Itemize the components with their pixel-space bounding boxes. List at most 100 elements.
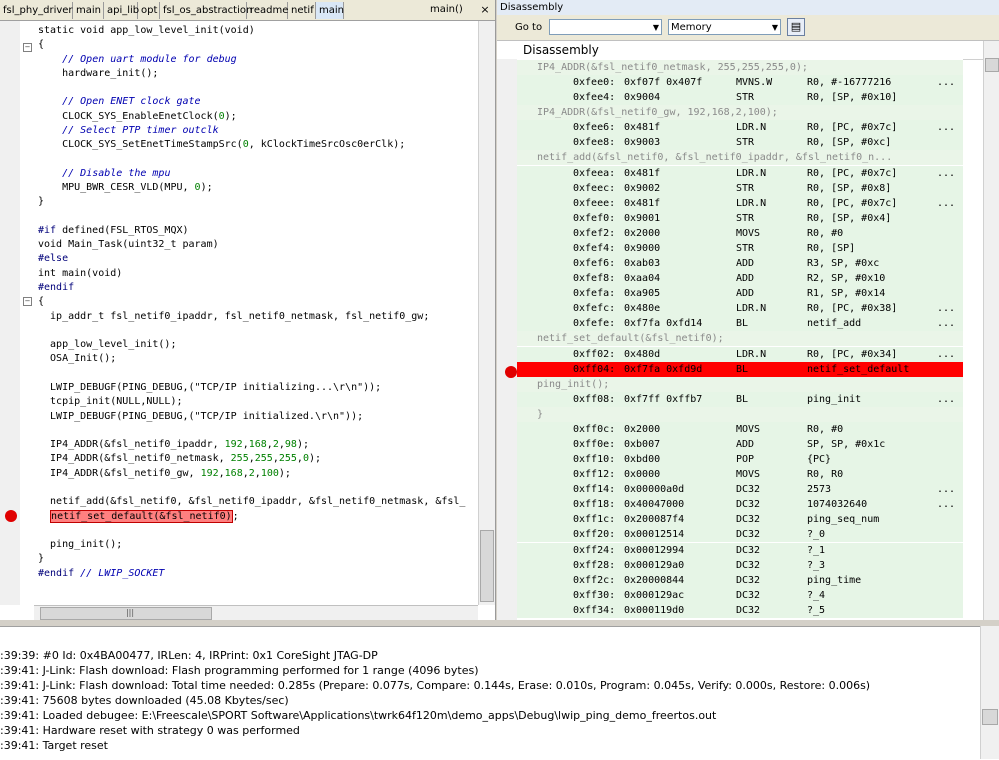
goto-input[interactable]: ▼ [549,19,662,35]
code-line[interactable]: int main(void) [38,267,122,281]
code-line[interactable]: LWIP_DEBUGF(PING_DEBUG,("TCP/IP initiali… [38,381,381,395]
instruction-row[interactable]: 0xff10: 0xbd00 POP {PC} [517,452,963,468]
disassembly-scroll-thumb[interactable] [985,58,999,72]
tab-opt[interactable]: opt [138,2,160,19]
instruction-row[interactable]: 0xff2c: 0x20000844 DC32 ping_time [517,572,963,588]
instruction-row[interactable]: 0xff08: 0xf7ff 0xffb7 BL ping_init... [517,391,963,407]
instruction-row[interactable]: 0xfee0: 0xf07f 0x407f MVNS.W R0, #-16777216… [517,75,963,91]
instruction-mnemonic: ADD [736,258,755,270]
disassembly-vertical-scrollbar[interactable] [983,41,999,620]
log-vertical-scrollbar[interactable] [980,626,999,759]
editor-vertical-scrollbar[interactable] [478,21,495,605]
tab-main[interactable]: main [73,2,104,19]
instruction-row[interactable]: 0xfeee: 0x481f LDR.N R0, [PC, #0x7c]... [517,195,963,211]
current-instruction-row[interactable]: 0xff04: 0xf7fa 0xfd9d BL netif_set_default [517,361,963,377]
code-line[interactable]: // Open ENET clock gate [38,95,201,109]
disassembly-source-line[interactable]: netif_add(&fsl_netif0, &fsl_netif0_ipadd… [517,150,963,166]
disassembly-source-line[interactable]: IP4_ADDR(&fsl_netif0_gw, 192,168,2,100); [517,105,963,121]
instruction-row[interactable]: 0xfee4: 0x9004 STR R0, [SP, #0x10] [517,90,963,106]
document-icon[interactable]: ▤ [787,18,805,36]
instruction-row[interactable]: 0xff1c: 0x200087f4 DC32 ping_seq_num [517,512,963,528]
code-line[interactable]: // Disable the mpu [38,167,170,181]
tab-main-active[interactable]: main [316,2,344,19]
instruction-row[interactable]: 0xfef8: 0xaa04 ADD R2, SP, #0x10 [517,271,963,287]
code-line[interactable]: LWIP_DEBUGF(PING_DEBUG,("TCP/IP initiali… [38,410,363,424]
code-line[interactable]: #else [38,252,68,266]
instruction-row[interactable]: 0xff18: 0x40047000 DC32 1074032640... [517,497,963,513]
instruction-address: 0xfef6: [573,258,616,270]
breakpoint-icon[interactable] [5,510,17,522]
instruction-row[interactable]: 0xfefa: 0xa905 ADD R1, SP, #0x14 [517,286,963,302]
fold-toggle-icon[interactable]: − [23,297,32,306]
disassembly-breakpoint-gutter[interactable] [497,59,517,620]
instruction-row[interactable]: 0xff0e: 0xb007 ADD SP, SP, #0x1c [517,437,963,452]
disassembly-source-line[interactable]: netif_set_default(&fsl_netif0); [517,331,963,347]
code-line[interactable]: void Main_Task(uint32_t param) [38,238,219,252]
code-line[interactable]: netif_add(&fsl_netif0, &fsl_netif0_ipadd… [38,495,465,509]
chevron-down-icon[interactable]: ▼ [653,20,659,36]
instruction-row[interactable]: 0xff24: 0x00012994 DC32 ?_1 [517,542,963,558]
disassembly-source-line[interactable]: ping_init(); [517,376,963,392]
code-line[interactable]: hardware_init(); [38,67,158,81]
code-line[interactable]: #endif // LWIP_SOCKET [38,567,164,581]
instruction-row[interactable]: 0xfefc: 0x480e LDR.N R0, [PC, #0x38]... [517,301,963,317]
instruction-row[interactable]: 0xfee8: 0x9003 STR R0, [SP, #0xc] [517,135,963,151]
code-line[interactable]: CLOCK_SYS_SetEnetTimeStampSrc(0, kClockT… [38,138,405,152]
memory-zone-select[interactable]: Memory ▼ [668,19,781,35]
code-line[interactable]: #endif [38,281,74,295]
instruction-row[interactable]: 0xfee6: 0x481f LDR.N R0, [PC, #0x7c]... [517,120,963,136]
code-line[interactable]: // Select PTP timer outclk [38,124,219,138]
breakpoint-icon[interactable] [505,366,517,378]
instruction-row[interactable]: 0xfef4: 0x9000 STR R0, [SP] [517,240,963,256]
instruction-row[interactable]: 0xfef2: 0x2000 MOVS R0, #0 [517,225,963,241]
code-line[interactable]: netif_set_default(&fsl_netif0); [38,509,239,524]
tab-netif[interactable]: netif [288,2,316,19]
function-selector[interactable]: main() [430,2,472,18]
code-line[interactable]: IP4_ADDR(&fsl_netif0_gw, 192,168,2,100); [38,467,291,481]
code-line[interactable]: CLOCK_SYS_EnableEnetClock(0); [38,110,237,124]
code-line[interactable]: OSA_Init(); [38,352,116,366]
code-token: // LWIP_SOCKET [80,567,165,579]
instruction-row[interactable]: 0xff12: 0x0000 MOVS R0, R0 [517,467,963,483]
instruction-row[interactable]: 0xfeea: 0x481f LDR.N R0, [PC, #0x7c]... [517,165,963,181]
close-icon[interactable]: × [478,3,492,17]
tab-readme[interactable]: readme [247,2,288,19]
disassembly-source-line[interactable]: } [517,406,963,422]
code-line[interactable]: } [38,195,44,209]
disassembly-listing[interactable]: IP4_ADDR(&fsl_netif0_netmask, 255,255,25… [517,59,963,620]
code-line[interactable]: { [38,295,44,309]
code-line[interactable]: #if defined(FSL_RTOS_MQX) [38,224,189,238]
code-line[interactable]: static void app_low_level_init(void) [38,24,255,38]
code-line[interactable]: } [38,552,44,566]
instruction-row[interactable]: 0xff34: 0x000119d0 DC32 ?_5 [517,602,963,618]
instruction-row[interactable]: 0xff0c: 0x2000 MOVS R0, #0 [517,421,963,437]
instruction-row[interactable]: 0xff30: 0x000129ac DC32 ?_4 [517,587,963,603]
instruction-row[interactable]: 0xfef6: 0xab03 ADD R3, SP, #0xc [517,256,963,272]
editor-vertical-scroll-thumb[interactable] [480,530,494,602]
code-line[interactable]: // Open uart module for debug [38,53,237,67]
code-line[interactable]: app_low_level_init(); [38,338,176,352]
disassembly-source-line[interactable]: IP4_ADDR(&fsl_netif0_netmask, 255,255,25… [517,60,963,75]
tab-fsl-os-abstraction[interactable]: fsl_os_abstraction [160,2,252,19]
code-line[interactable]: IP4_ADDR(&fsl_netif0_ipaddr, 192,168,2,9… [38,438,309,452]
code-line[interactable]: ip_addr_t fsl_netif0_ipaddr, fsl_netif0_… [38,310,429,324]
chevron-down-icon[interactable]: ▼ [772,20,778,36]
instruction-row[interactable]: 0xfeec: 0x9002 STR R0, [SP, #0x8] [517,180,963,196]
fold-toggle-icon[interactable]: − [23,43,32,52]
log-scroll-thumb[interactable] [982,709,998,725]
instruction-row[interactable]: 0xff02: 0x480d LDR.N R0, [PC, #0x34]... [517,346,963,362]
instruction-row[interactable]: 0xfef0: 0x9001 STR R0, [SP, #0x4] [517,210,963,226]
instruction-row[interactable]: 0xff14: 0x00000a0d DC32 2573... [517,482,963,498]
instruction-row[interactable]: 0xfefe: 0xf7fa 0xfd14 BL netif_add... [517,316,963,332]
code-line[interactable]: tcpip_init(NULL,NULL); [38,395,182,409]
tab-fsl-phy-driver[interactable]: fsl_phy_driver [0,2,73,19]
code-line[interactable]: ping_init(); [38,538,122,552]
instruction-row[interactable]: 0xff20: 0x00012514 DC32 ?_0 [517,527,963,543]
code-token: // Open ENET clock gate [62,96,201,108]
instruction-row[interactable]: 0xff28: 0x000129a0 DC32 ?_3 [517,557,963,573]
code-line[interactable]: { [38,38,44,52]
code-area[interactable]: static void app_low_level_init(void) { //… [34,21,478,605]
code-line[interactable]: IP4_ADDR(&fsl_netif0_netmask, 255,255,25… [38,452,321,466]
tab-api-lib[interactable]: api_lib [104,2,139,19]
code-line[interactable]: MPU_BWR_CESR_VLD(MPU, 0); [38,181,213,195]
